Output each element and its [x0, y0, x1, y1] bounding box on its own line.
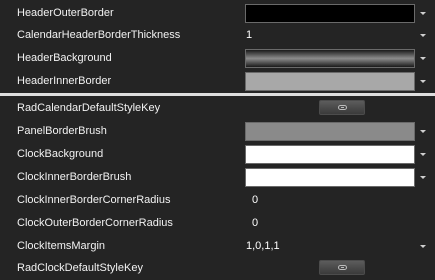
- property-row-clock-inner-border-corner-radius[interactable]: ClockInnerBorderCornerRadius 0: [0, 189, 435, 211]
- property-row-clock-outer-border-corner-radius[interactable]: ClockOuterBorderCornerRadius 0: [0, 212, 435, 234]
- link-icon: [337, 265, 347, 270]
- property-row-clock-background[interactable]: ClockBackground: [0, 143, 435, 165]
- property-row-clock-inner-border-brush[interactable]: ClockInnerBorderBrush: [0, 166, 435, 188]
- property-label: PanelBorderBrush: [17, 125, 107, 137]
- section-divider: [0, 93, 435, 96]
- property-row-header-background[interactable]: HeaderBackground: [0, 47, 435, 69]
- dropdown-arrow-icon[interactable]: [418, 2, 428, 24]
- property-label: RadCalendarDefaultStyleKey: [17, 102, 161, 114]
- resource-link-button[interactable]: [319, 100, 365, 115]
- property-label: ClockInnerBorderCornerRadius: [17, 194, 171, 206]
- property-row-calendar-header-border-thickness[interactable]: CalendarHeaderBorderThickness 1: [0, 24, 435, 46]
- property-value[interactable]: 0: [252, 212, 258, 234]
- property-row-header-outer-border[interactable]: HeaderOuterBorder: [0, 2, 435, 24]
- property-row-clock-items-margin[interactable]: ClockItemsMargin 1,0,1,1: [0, 235, 435, 257]
- dropdown-arrow-icon[interactable]: [418, 70, 428, 92]
- dropdown-arrow-icon[interactable]: [418, 143, 428, 165]
- property-row-panel-border-brush[interactable]: PanelBorderBrush: [0, 120, 435, 142]
- color-swatch[interactable]: [245, 168, 415, 187]
- property-label: HeaderBackground: [17, 52, 112, 64]
- dropdown-arrow-icon[interactable]: [418, 24, 428, 46]
- property-row-rad-calendar-default-style-key[interactable]: RadCalendarDefaultStyleKey: [0, 97, 435, 119]
- dropdown-arrow-icon[interactable]: [418, 235, 428, 257]
- color-swatch[interactable]: [245, 72, 415, 91]
- property-label: ClockItemsMargin: [17, 240, 106, 252]
- property-value[interactable]: 1: [246, 24, 252, 46]
- property-grid: HeaderOuterBorder CalendarHeaderBorderTh…: [0, 0, 435, 280]
- property-value[interactable]: 1,0,1,1: [246, 235, 280, 257]
- dropdown-arrow-icon[interactable]: [418, 166, 428, 188]
- property-label: HeaderInnerBorder: [17, 75, 112, 87]
- dropdown-arrow-icon[interactable]: [418, 47, 428, 69]
- property-label: ClockInnerBorderBrush: [17, 171, 132, 183]
- property-value[interactable]: 0: [252, 189, 258, 211]
- resource-link-button[interactable]: [319, 260, 365, 275]
- property-label: ClockBackground: [17, 148, 104, 160]
- property-label: RadClockDefaultStyleKey: [17, 262, 143, 274]
- color-swatch[interactable]: [245, 122, 415, 141]
- property-row-header-inner-border[interactable]: HeaderInnerBorder: [0, 70, 435, 92]
- color-swatch[interactable]: [245, 4, 415, 23]
- link-icon: [337, 105, 347, 110]
- dropdown-arrow-icon[interactable]: [418, 120, 428, 142]
- color-swatch[interactable]: [245, 145, 415, 164]
- property-row-rad-clock-default-style-key[interactable]: RadClockDefaultStyleKey: [0, 257, 435, 279]
- property-label: HeaderOuterBorder: [17, 7, 114, 19]
- property-label: ClockOuterBorderCornerRadius: [17, 217, 173, 229]
- property-label: CalendarHeaderBorderThickness: [17, 29, 181, 41]
- gradient-swatch[interactable]: [245, 49, 415, 68]
